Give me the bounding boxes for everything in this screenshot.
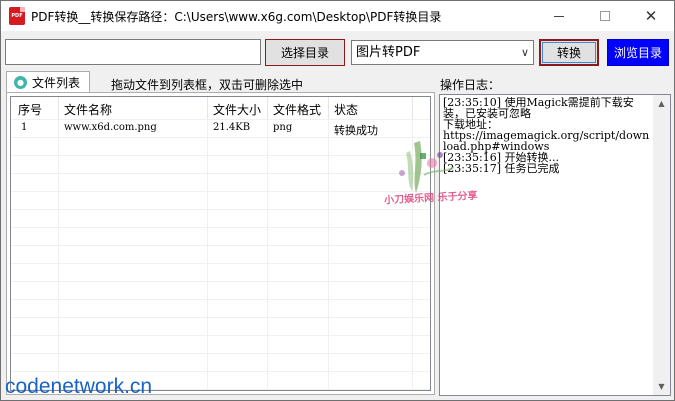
grid-line xyxy=(11,173,430,174)
cell-index: 1 xyxy=(21,122,28,133)
scroll-down-icon[interactable]: ▼ xyxy=(653,378,670,395)
column-header-format[interactable]: 文件格式 xyxy=(273,101,321,118)
splash-logo-watermark xyxy=(399,141,455,193)
log-scrollbar[interactable]: ▲ ▼ xyxy=(653,95,670,395)
grid-line xyxy=(11,299,430,300)
cell-file-name: www.x6d.com.png xyxy=(64,122,157,133)
minimize-button[interactable] xyxy=(536,1,582,31)
column-header-name[interactable]: 文件名称 xyxy=(64,101,112,118)
drag-hint: 拖动文件到列表框，双击可删除选中 xyxy=(111,78,304,92)
table-header: 序号 文件名称 文件大小 文件格式 状态 xyxy=(11,97,430,119)
column-separator[interactable] xyxy=(328,97,329,119)
choose-directory-button[interactable]: 选择目录 xyxy=(265,39,345,66)
window-title: PDF转换__转换保存路径：C:\Users\www.x6g.com\Deskt… xyxy=(31,10,442,24)
file-list-view[interactable]: 序号 文件名称 文件大小 文件格式 状态 1 www.x6d.com.png 2… xyxy=(10,96,431,391)
tab-file-list-label: 文件列表 xyxy=(32,76,81,90)
file-list-icon: ● xyxy=(14,76,27,89)
title-bar[interactable]: PDF PDF转换__转换保存路径：C:\Users\www.x6g.com\D… xyxy=(1,1,674,31)
cell-status: 转换成功 xyxy=(334,124,378,137)
grid-line xyxy=(11,191,430,192)
grid-line xyxy=(11,209,430,210)
tab-file-list[interactable]: ● 文件列表 xyxy=(6,71,90,93)
grid-line xyxy=(11,335,430,336)
maximize-icon xyxy=(600,11,610,21)
grid-line xyxy=(11,155,430,156)
grid-line xyxy=(328,97,329,390)
grid-line xyxy=(11,371,430,372)
cell-file-format: png xyxy=(273,122,293,133)
close-icon: ✕ xyxy=(644,6,658,25)
grid-line xyxy=(11,119,430,120)
column-header-status[interactable]: 状态 xyxy=(334,101,358,118)
browse-directory-button[interactable]: 浏览目录 xyxy=(607,39,669,66)
column-header-index[interactable]: 序号 xyxy=(18,101,42,118)
grid-line xyxy=(11,353,430,354)
grid-line xyxy=(11,245,430,246)
grid-line xyxy=(58,97,59,390)
pdf-app-icon: PDF xyxy=(9,7,25,25)
maximize-button[interactable] xyxy=(582,1,628,31)
grid-line xyxy=(267,97,268,390)
close-button[interactable]: ✕ xyxy=(628,1,674,31)
column-separator[interactable] xyxy=(267,97,268,119)
save-path-input[interactable] xyxy=(5,39,261,65)
cell-file-size: 21.4KB xyxy=(213,122,251,133)
grid-line xyxy=(11,281,430,282)
grid-line xyxy=(207,97,208,390)
column-separator[interactable] xyxy=(58,97,59,119)
column-separator[interactable] xyxy=(207,97,208,119)
column-header-size[interactable]: 文件大小 xyxy=(213,101,261,118)
grid-line xyxy=(11,263,430,264)
column-separator[interactable] xyxy=(412,97,413,119)
scroll-track[interactable] xyxy=(654,113,669,377)
chevron-down-icon: ∨ xyxy=(520,46,529,59)
site-watermark: codenetwork.cn xyxy=(5,375,153,398)
log-line: [23:35:10] 使用Magick需提前下载安装，已安装可忽略 xyxy=(443,96,634,120)
conversion-mode-select[interactable]: 图片转PDF ∨ xyxy=(351,40,534,65)
app-window: PDF PDF转换__转换保存路径：C:\Users\www.x6g.com\D… xyxy=(0,0,675,401)
scroll-up-icon[interactable]: ▲ xyxy=(653,95,670,112)
grid-line xyxy=(11,227,430,228)
file-list-panel: 序号 文件名称 文件大小 文件格式 状态 1 www.x6d.com.png 2… xyxy=(6,92,435,395)
grid-line xyxy=(11,317,430,318)
log-label: 操作日志： xyxy=(440,78,501,92)
minimize-icon xyxy=(554,15,564,17)
convert-button[interactable]: 转换 xyxy=(539,39,599,66)
conversion-mode-value: 图片转PDF xyxy=(356,45,421,60)
